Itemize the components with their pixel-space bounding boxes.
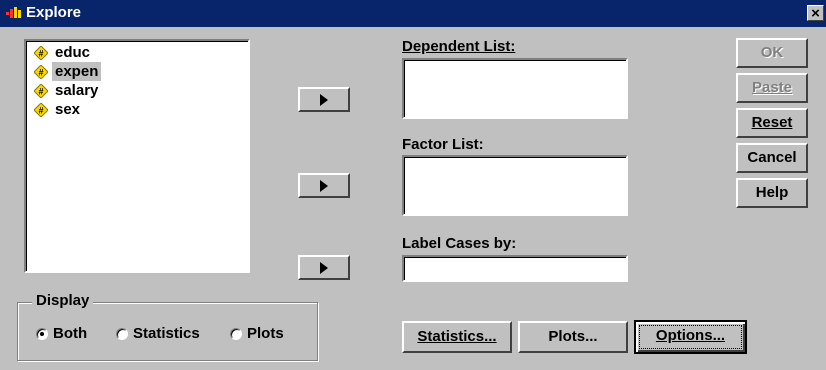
label-cases-label-text: Label Cases by: [402,235,517,252]
display-statistics-label: Statistics [133,325,200,342]
help-button-label: Help [755,184,789,201]
radio-unselected-icon [230,328,242,340]
paste-button-label: Paste [751,79,793,96]
help-button[interactable]: Help [736,178,808,208]
reset-button[interactable]: Reset [736,108,808,138]
move-to-dependent-button[interactable] [298,87,350,112]
display-group: Display Both Statistics Plots [17,292,318,361]
move-to-factor-button[interactable] [298,173,350,198]
variable-name: sex [55,101,81,118]
focus-rectangle [639,325,742,349]
dependent-list-box[interactable] [402,58,628,119]
scale-variable-icon: # [34,84,48,98]
move-to-label-cases-button[interactable] [298,255,350,280]
svg-text:#: # [38,68,43,78]
scale-variable-icon: # [34,103,48,117]
variable-name: salary [55,82,99,99]
dependent-list-label: Dependent List: [402,38,515,55]
display-plots-label: Plots [247,325,284,342]
svg-text:#: # [38,49,43,59]
plots-button-label: Plots... [548,328,598,345]
close-icon: × [811,5,820,22]
options-button[interactable]: Options... [634,320,747,354]
cancel-button[interactable]: Cancel [736,143,808,173]
scale-variable-icon: # [34,46,48,60]
radio-unselected-icon [116,328,128,340]
explore-dialog: Explore × # educ # expen # salary # sex … [0,0,826,370]
display-both-label: Both [53,325,88,342]
display-group-title: Display [32,292,94,309]
label-cases-field[interactable] [402,255,628,282]
spss-app-icon [6,7,22,20]
right-arrow-icon [320,180,328,192]
radio-selected-icon [36,328,48,340]
close-button[interactable]: × [807,5,824,22]
statistics-button-label: Statistics... [417,328,497,345]
factor-list-box[interactable] [402,155,628,216]
variable-name: educ [55,44,91,61]
cancel-button-label: Cancel [747,149,797,166]
right-arrow-icon [320,94,328,106]
svg-text:#: # [38,87,43,97]
statistics-button[interactable]: Statistics... [402,321,512,353]
source-variable-list[interactable]: # educ # expen # salary # sex [24,39,250,273]
right-arrow-icon [320,262,328,274]
variable-name: expen [52,62,102,81]
ok-button[interactable]: OK [736,38,808,68]
label-cases-label: Label Cases by: [402,235,516,252]
title-bar[interactable]: Explore × [0,0,826,27]
factor-list-label-text: Factor List: [402,136,484,153]
window-title: Explore [26,4,82,21]
paste-button[interactable]: Paste [736,73,808,103]
dependent-list-label-text: Dependent List: [402,38,516,55]
factor-list-label: Factor List: [402,136,484,153]
reset-button-label: Reset [751,114,793,131]
svg-text:#: # [38,106,43,116]
ok-button-label: OK [760,44,784,61]
scale-variable-icon: # [34,65,48,79]
plots-button[interactable]: Plots... [518,321,628,353]
